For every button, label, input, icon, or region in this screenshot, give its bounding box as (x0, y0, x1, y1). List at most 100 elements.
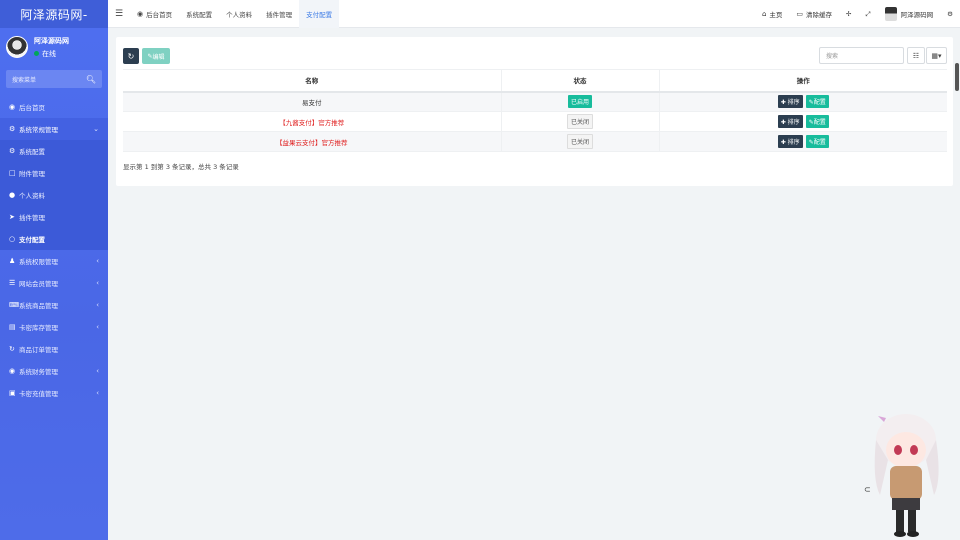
circle-icon: ○ (9, 235, 16, 243)
row-name: 【九酱支付】官方推荐 (123, 111, 501, 132)
sidebar-item-label: 插件管理 (19, 214, 45, 222)
tab-payment[interactable]: 支付配置 (299, 0, 340, 28)
config-button[interactable]: ✎配置 (805, 115, 829, 128)
rocket-icon: ➤ (9, 213, 15, 221)
dashboard-icon: ◉ (9, 103, 16, 111)
gear-icon: ⚙ (947, 10, 953, 18)
config-label: 配置 (813, 119, 826, 126)
chevron-left-icon: ‹ (96, 279, 99, 287)
keyboard-icon: ⌨ (9, 301, 20, 309)
search-icon[interactable]: 🔍︎ (86, 75, 96, 84)
sidebar-item-general[interactable]: ⚙ 系统常规管理 ⌄ (0, 118, 108, 140)
sidebar-item-label: 个人资料 (19, 192, 45, 200)
sidebar-item-label: 卡密库存管理 (19, 324, 58, 332)
sort-button[interactable]: ✚ 排序 (777, 95, 803, 109)
grid-icon: ▦▾ (931, 51, 942, 60)
chevron-left-icon: ‹ (96, 323, 99, 331)
sidebar-item-profile[interactable]: ● 个人资料 (0, 184, 108, 206)
sort-label: 排序 (787, 119, 800, 126)
sidebar-item-label: 系统权限管理 (19, 258, 58, 266)
sidebar-item-recharge[interactable]: ▣ 卡密充值管理 ‹ (0, 382, 108, 404)
table-row[interactable]: 【益果云支付】官方推荐 已关闭 ✚ 排序 ✎配置 (123, 131, 947, 152)
refresh-button[interactable]: ↻ (123, 48, 139, 64)
list-icon: ☰ (9, 279, 16, 287)
status-badge[interactable]: 已关闭 (566, 114, 593, 129)
file-icon: □ (9, 169, 16, 177)
home-icon: ⌂ (761, 10, 767, 18)
online-dot-icon (34, 51, 39, 56)
edit-button[interactable]: ✎ 编辑 (142, 48, 170, 64)
tab-addon[interactable]: 插件管理 (259, 0, 299, 28)
sidebar-item-label: 附件管理 (19, 170, 45, 178)
config-label: 配置 (813, 99, 826, 107)
toggle-view-button[interactable]: ☷ (907, 47, 925, 64)
tab-dashboard[interactable]: ◉ 后台首页 (130, 0, 179, 28)
group-icon: ♟ (9, 257, 16, 265)
user-name: 阿泽源码网 (34, 36, 69, 45)
clear-cache-button[interactable]: ▭ 清除缓存 (789, 9, 839, 19)
tab-profile[interactable]: 个人资料 (219, 0, 259, 28)
sidebar-item-label: 后台首页 (19, 104, 45, 112)
sidebar-item-attachment[interactable]: □ 附件管理 (0, 162, 108, 184)
sidebar-search-placeholder: 搜索菜单 (12, 76, 37, 84)
gear-icon: ⚙ (9, 147, 16, 155)
user-menu[interactable]: 阿泽源码网 (878, 7, 941, 21)
status-badge[interactable]: 已关闭 (566, 134, 593, 149)
laptop-icon: ▣ (9, 389, 16, 397)
user-icon: ● (9, 191, 16, 199)
sidebar-item-stock[interactable]: ▤ 卡密库存管理 ‹ (0, 316, 108, 338)
status-badge[interactable]: 已启用 (567, 95, 592, 109)
tab-label: 后台首页 (146, 10, 173, 19)
header-name[interactable]: 名称 (123, 69, 501, 93)
sidebar-item-label: 支付配置 (19, 236, 45, 244)
cart-icon: ▤ (9, 323, 16, 331)
user-status: 在线 (34, 49, 69, 59)
page-scrollbar[interactable] (955, 63, 959, 91)
sidebar-item-dashboard[interactable]: ◉ 后台首页 (0, 96, 108, 118)
pagination-summary: 显示第 1 到第 3 条记录，总共 3 条记录 (123, 163, 239, 171)
config-label: 配置 (813, 139, 826, 146)
tab-label: 个人资料 (226, 10, 253, 19)
chevron-left-icon: ‹ (96, 301, 99, 309)
binoculars-icon: ◉ (9, 367, 16, 375)
sidebar-search-input[interactable]: 搜索菜单 🔍︎ (6, 70, 102, 88)
user-status-label: 在线 (42, 49, 56, 58)
header-status[interactable]: 状态 (500, 69, 659, 93)
cogs-icon: ⚙ (9, 125, 16, 133)
tab-config[interactable]: 系统配置 (179, 0, 219, 28)
fullscreen-button[interactable]: ⤢ (858, 10, 877, 19)
table-row[interactable]: 易支付 已启用 ✚ 排序 ✎配置 (123, 91, 947, 112)
sidebar-item-label: 系统商品管理 (19, 302, 58, 310)
svg-text:⊂: ⊂ (864, 485, 871, 494)
plus-icon: ✚ (780, 99, 786, 107)
payment-table: 名称 状态 操作 易支付 已启用 ✚ 排序 ✎配置 【九酱支付】官方推荐 已关闭… (123, 69, 947, 152)
header-actions[interactable]: 操作 (658, 69, 947, 93)
sidebar-item-orders[interactable]: ↻ 商品订单管理 (0, 338, 108, 360)
sidebar-item-goods[interactable]: ⌨ 系统商品管理 ‹ (0, 294, 108, 316)
sidebar-item-config[interactable]: ⚙ 系统配置 (0, 140, 108, 162)
menu-toggle-icon[interactable]: ☰ (108, 9, 130, 19)
table-search-input[interactable]: 搜索 (819, 47, 904, 64)
translate-button[interactable]: ✢ (839, 10, 858, 18)
chevron-left-icon: ‹ (96, 257, 99, 265)
table-header-row: 名称 状态 操作 (123, 69, 947, 93)
user-menu-label: 阿泽源码网 (900, 11, 934, 19)
sort-button[interactable]: ✚ 排序 (777, 115, 803, 128)
tab-label: 系统配置 (186, 10, 213, 19)
table-row[interactable]: 【九酱支付】官方推荐 已关闭 ✚ 排序 ✎配置 (123, 111, 947, 132)
sidebar-item-auth[interactable]: ♟ 系统权限管理 ‹ (0, 250, 108, 272)
brand-title[interactable]: 阿泽源码网- (0, 0, 108, 28)
settings-button[interactable]: ⚙ (940, 10, 960, 18)
config-button[interactable]: ✎配置 (805, 95, 829, 109)
sort-label: 排序 (787, 99, 800, 107)
home-link[interactable]: ⌂ 主页 (755, 9, 789, 19)
sidebar-item-payment[interactable]: ○ 支付配置 (0, 228, 108, 250)
sidebar-item-finance[interactable]: ◉ 系统财务管理 ‹ (0, 360, 108, 382)
sort-button[interactable]: ✚ 排序 (777, 135, 803, 148)
sort-label: 排序 (787, 139, 800, 146)
sidebar-item-member[interactable]: ☰ 网站会员管理 ‹ (0, 272, 108, 294)
clear-cache-label: 清除缓存 (806, 11, 833, 19)
config-button[interactable]: ✎配置 (805, 135, 829, 148)
columns-dropdown-button[interactable]: ▦▾ (926, 47, 947, 64)
sidebar-item-addon[interactable]: ➤ 插件管理 (0, 206, 108, 228)
